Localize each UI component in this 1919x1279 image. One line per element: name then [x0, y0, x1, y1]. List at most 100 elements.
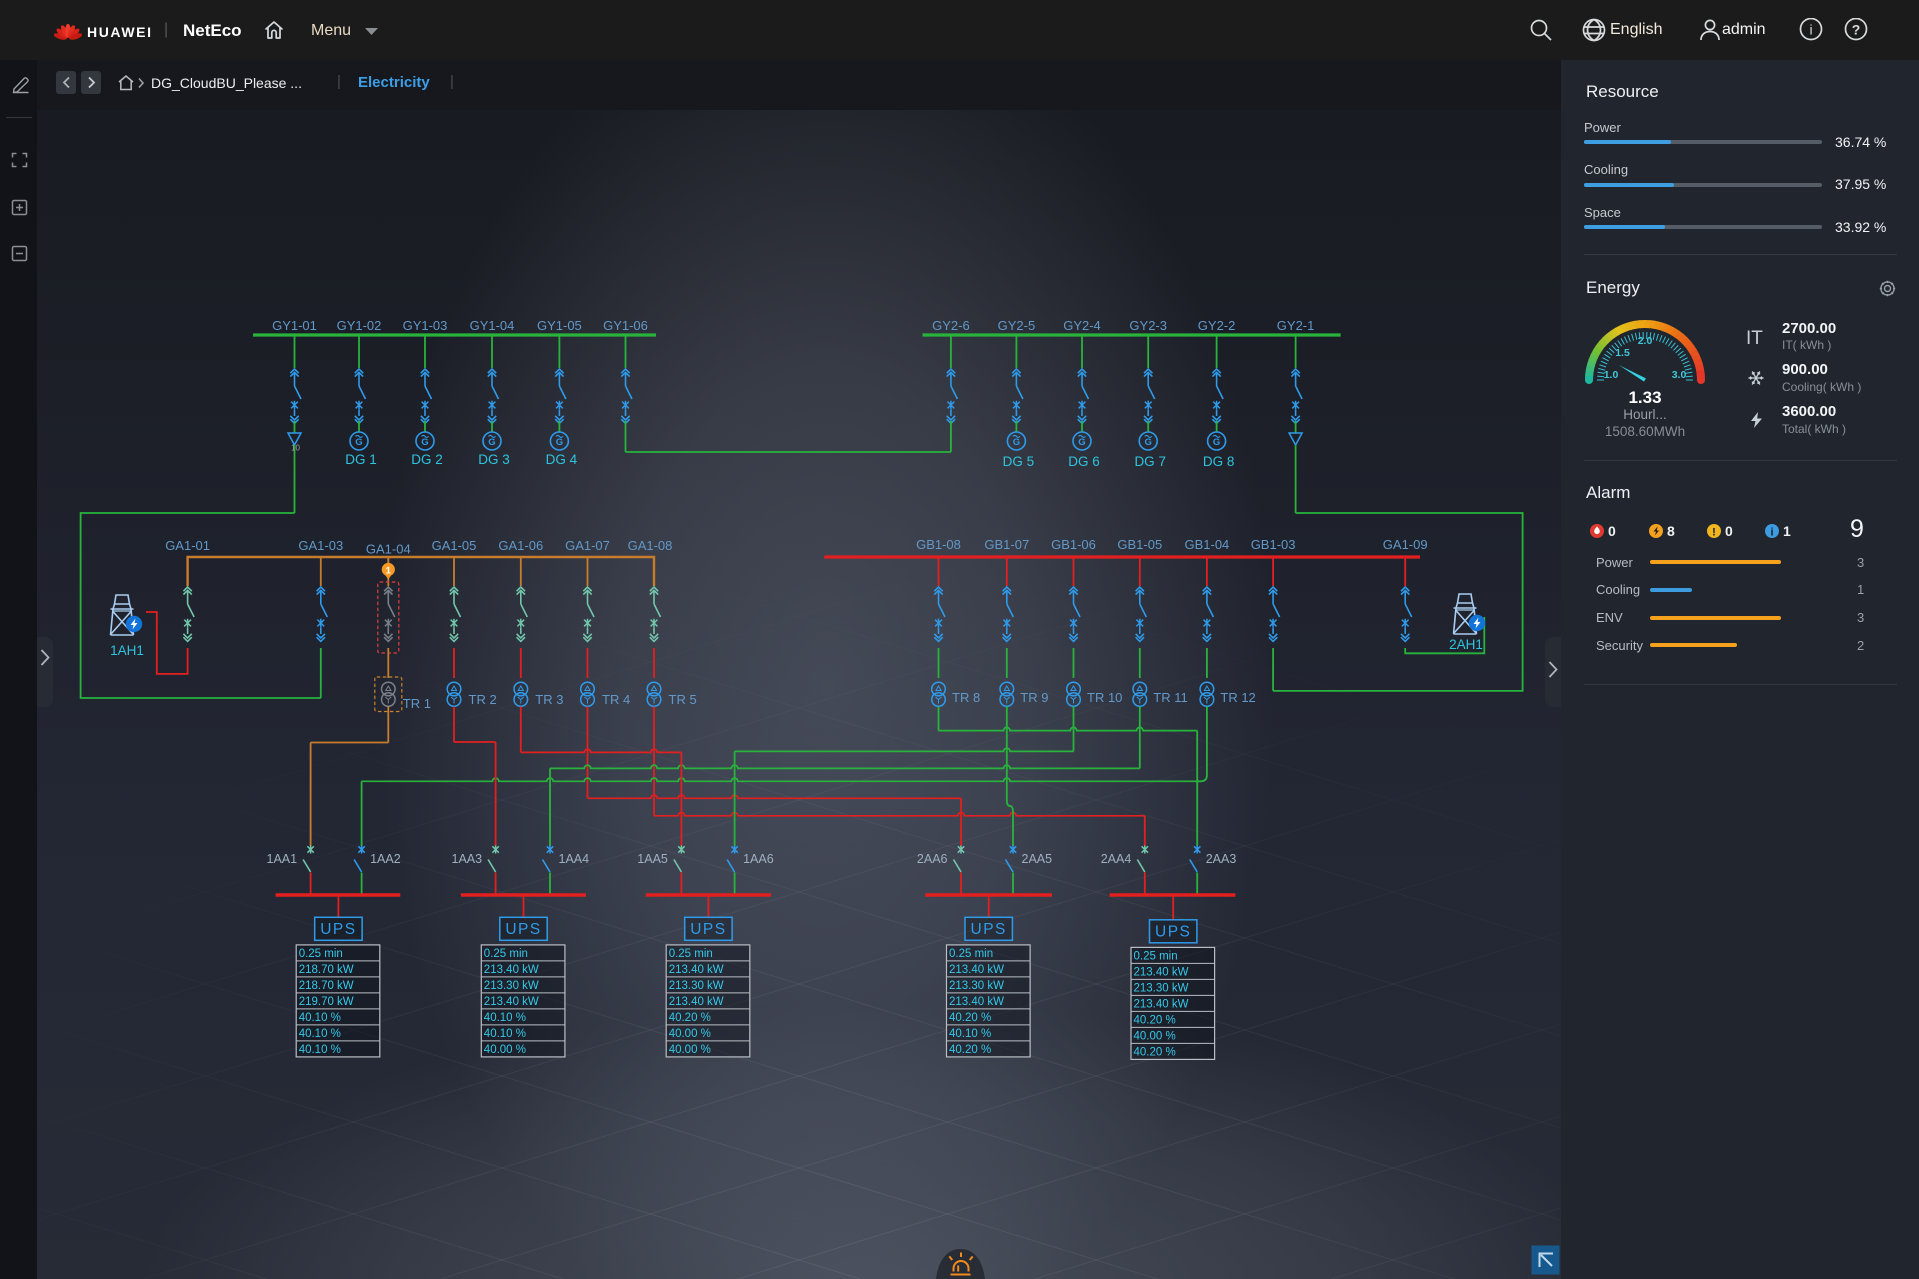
svg-text:GY1-01: GY1-01: [272, 318, 317, 333]
svg-text:213.30 kW: 213.30 kW: [484, 980, 539, 992]
svg-text:GA1-01: GA1-01: [165, 538, 210, 553]
svg-text:GY2-4: GY2-4: [1063, 318, 1101, 333]
svg-text:G: G: [1213, 437, 1220, 448]
svg-text:2AA4: 2AA4: [1101, 852, 1132, 866]
svg-text:GY2-6: GY2-6: [932, 318, 970, 333]
svg-text:10: 10: [291, 444, 300, 453]
svg-text:2.0: 2.0: [1638, 335, 1653, 347]
svg-text:2AA5: 2AA5: [1022, 852, 1053, 866]
svg-text:TR 3: TR 3: [535, 692, 563, 707]
svg-text:213.30 kW: 213.30 kW: [1134, 983, 1189, 995]
svg-text:213.40 kW: 213.40 kW: [484, 996, 539, 1008]
svg-text:40.10 %: 40.10 %: [299, 1012, 341, 1024]
svg-text:213.40 kW: 213.40 kW: [669, 996, 724, 1008]
svg-text:219.70 kW: 219.70 kW: [299, 996, 354, 1008]
svg-text:GA1-05: GA1-05: [432, 538, 477, 553]
svg-text:G: G: [1078, 437, 1085, 448]
svg-text:i: i: [1770, 527, 1773, 539]
svg-text:1AA4: 1AA4: [559, 852, 590, 866]
svg-text:G: G: [488, 437, 495, 448]
svg-text:G: G: [421, 437, 428, 448]
svg-text:DG 5: DG 5: [1003, 454, 1035, 469]
svg-text:GA1-08: GA1-08: [628, 538, 673, 553]
svg-text:GB1-06: GB1-06: [1051, 537, 1096, 552]
svg-text:40.00 %: 40.00 %: [669, 1028, 711, 1040]
svg-text:GY2-2: GY2-2: [1198, 318, 1236, 333]
svg-text:GA1-07: GA1-07: [565, 538, 610, 553]
svg-text:G: G: [1013, 437, 1020, 448]
svg-text:40.20 %: 40.20 %: [949, 1012, 991, 1024]
svg-text:GY1-02: GY1-02: [337, 318, 382, 333]
svg-text:GA1-03: GA1-03: [298, 538, 343, 553]
svg-text:GY2-1: GY2-1: [1277, 318, 1315, 333]
svg-text:40.10 %: 40.10 %: [299, 1044, 341, 1056]
svg-text:1AA1: 1AA1: [267, 852, 298, 866]
svg-text:DG 8: DG 8: [1203, 454, 1235, 469]
svg-text:GY2-3: GY2-3: [1129, 318, 1167, 333]
svg-text:1AA6: 1AA6: [743, 852, 774, 866]
svg-text:1AH1: 1AH1: [110, 643, 144, 658]
svg-text:213.40 kW: 213.40 kW: [484, 964, 539, 976]
svg-text:UPS: UPS: [505, 921, 541, 938]
svg-text:DG 2: DG 2: [411, 452, 443, 467]
svg-text:2AA3: 2AA3: [1206, 852, 1237, 866]
svg-text:GY1-03: GY1-03: [403, 318, 448, 333]
svg-text:40.10 %: 40.10 %: [949, 1028, 991, 1040]
svg-text:DG 3: DG 3: [478, 452, 510, 467]
svg-text:1AA3: 1AA3: [452, 852, 483, 866]
svg-text:2AH1: 2AH1: [1449, 637, 1483, 652]
svg-text:i: i: [1809, 22, 1812, 38]
svg-text:UPS: UPS: [320, 921, 356, 938]
svg-text:1: 1: [386, 565, 392, 576]
svg-text:218.70 kW: 218.70 kW: [299, 980, 354, 992]
svg-text:GB1-07: GB1-07: [984, 537, 1029, 552]
svg-text:213.40 kW: 213.40 kW: [1134, 967, 1189, 979]
svg-text:0.25 min: 0.25 min: [949, 948, 993, 960]
svg-text:!: !: [1712, 527, 1716, 539]
svg-text:213.40 kW: 213.40 kW: [669, 964, 724, 976]
svg-text:G: G: [1145, 437, 1152, 448]
svg-text:3.0: 3.0: [1672, 369, 1687, 381]
svg-text:UPS: UPS: [1155, 924, 1191, 941]
svg-text:GY2-5: GY2-5: [998, 318, 1036, 333]
svg-text:0.25 min: 0.25 min: [669, 948, 713, 960]
svg-text:GB1-04: GB1-04: [1184, 537, 1229, 552]
svg-text:TR 8: TR 8: [952, 690, 980, 705]
svg-text:213.40 kW: 213.40 kW: [1134, 999, 1189, 1011]
svg-text:TR 1: TR 1: [403, 696, 431, 711]
svg-text:40.10 %: 40.10 %: [299, 1028, 341, 1040]
svg-text:213.40 kW: 213.40 kW: [949, 996, 1004, 1008]
svg-text:40.10 %: 40.10 %: [484, 1028, 526, 1040]
svg-text:DG 4: DG 4: [546, 452, 578, 467]
svg-text:40.00 %: 40.00 %: [1134, 1031, 1176, 1043]
svg-text:TR 4: TR 4: [602, 692, 630, 707]
svg-text:1AA5: 1AA5: [637, 852, 668, 866]
svg-text:40.20 %: 40.20 %: [949, 1044, 991, 1056]
svg-text:2AA6: 2AA6: [917, 852, 948, 866]
svg-text:GB1-05: GB1-05: [1117, 537, 1162, 552]
svg-text:40.00 %: 40.00 %: [484, 1044, 526, 1056]
svg-text:GB1-03: GB1-03: [1251, 537, 1296, 552]
svg-text:218.70 kW: 218.70 kW: [299, 964, 354, 976]
svg-text:40.20 %: 40.20 %: [669, 1012, 711, 1024]
svg-text:213.30 kW: 213.30 kW: [669, 980, 724, 992]
svg-text:G: G: [355, 437, 362, 448]
svg-text:40.10 %: 40.10 %: [484, 1012, 526, 1024]
svg-text:1.0: 1.0: [1604, 369, 1619, 381]
svg-text:TR 12: TR 12: [1220, 690, 1255, 705]
svg-text:0.25 min: 0.25 min: [1134, 951, 1178, 963]
svg-text:0.25 min: 0.25 min: [299, 948, 343, 960]
svg-text:213.40 kW: 213.40 kW: [949, 964, 1004, 976]
svg-text:GY1-06: GY1-06: [603, 318, 648, 333]
svg-text:GA1-04: GA1-04: [366, 542, 411, 557]
svg-text:DG 7: DG 7: [1134, 454, 1166, 469]
svg-text:DG 1: DG 1: [345, 452, 377, 467]
svg-text:TR 9: TR 9: [1020, 690, 1048, 705]
svg-text:G: G: [556, 437, 563, 448]
svg-text:DG 6: DG 6: [1068, 454, 1100, 469]
svg-text:40.20 %: 40.20 %: [1134, 1015, 1176, 1027]
svg-text:GA1-09: GA1-09: [1383, 537, 1428, 552]
svg-text:213.30 kW: 213.30 kW: [949, 980, 1004, 992]
svg-text:40.00 %: 40.00 %: [669, 1044, 711, 1056]
svg-text:0.25 min: 0.25 min: [484, 948, 528, 960]
